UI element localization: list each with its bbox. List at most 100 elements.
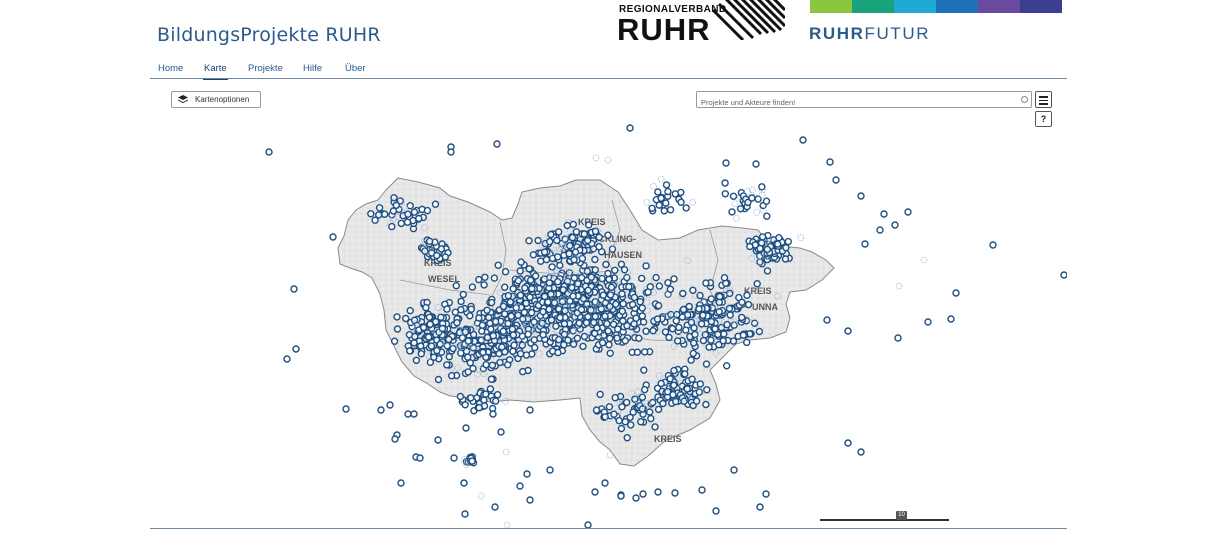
- project-marker[interactable]: [682, 204, 690, 212]
- project-marker[interactable]: [720, 330, 728, 338]
- project-marker[interactable]: [610, 410, 618, 418]
- project-marker[interactable]: [522, 351, 531, 359]
- project-marker[interactable]: [501, 267, 510, 276]
- project-marker[interactable]: [636, 297, 644, 306]
- project-marker[interactable]: [591, 329, 599, 338]
- project-marker[interactable]: [604, 231, 612, 239]
- project-marker[interactable]: [695, 305, 703, 313]
- project-marker[interactable]: [726, 311, 734, 319]
- project-marker[interactable]: [655, 282, 664, 290]
- project-marker[interactable]: [748, 254, 756, 262]
- project-marker[interactable]: [430, 353, 438, 361]
- project-marker[interactable]: [691, 330, 699, 339]
- project-marker[interactable]: [649, 326, 657, 335]
- project-marker[interactable]: [609, 320, 618, 329]
- project-marker[interactable]: [738, 313, 746, 322]
- project-marker[interactable]: [666, 375, 674, 383]
- project-marker[interactable]: [702, 360, 711, 368]
- project-marker[interactable]: [425, 333, 433, 341]
- project-marker[interactable]: [569, 292, 577, 300]
- project-marker[interactable]: [553, 236, 561, 245]
- project-marker[interactable]: [637, 418, 645, 426]
- project-marker[interactable]: [419, 323, 428, 332]
- project-marker[interactable]: [587, 273, 596, 281]
- project-marker[interactable]: [480, 370, 488, 378]
- project-marker[interactable]: [620, 266, 629, 274]
- project-marker[interactable]: [723, 362, 731, 370]
- project-marker[interactable]: [487, 325, 495, 333]
- project-marker[interactable]: [680, 394, 687, 402]
- project-marker[interactable]: [561, 268, 569, 276]
- nav-hilfe[interactable]: Hilfe: [303, 63, 322, 74]
- project-marker[interactable]: [523, 470, 531, 478]
- project-marker[interactable]: [492, 397, 500, 405]
- project-marker[interactable]: [470, 342, 478, 350]
- project-marker[interactable]: [904, 208, 912, 216]
- project-marker[interactable]: [454, 364, 462, 372]
- project-marker[interactable]: [556, 313, 564, 322]
- project-marker[interactable]: [514, 276, 523, 285]
- project-marker[interactable]: [632, 494, 640, 502]
- project-marker[interactable]: [482, 361, 490, 369]
- project-marker[interactable]: [555, 305, 563, 313]
- project-marker[interactable]: [695, 388, 703, 396]
- project-marker[interactable]: [509, 285, 517, 293]
- project-marker[interactable]: [434, 304, 442, 311]
- project-marker[interactable]: [491, 503, 499, 511]
- project-marker[interactable]: [426, 320, 434, 329]
- project-marker[interactable]: [422, 303, 430, 312]
- nav-ueber[interactable]: Über: [345, 63, 366, 74]
- project-marker[interactable]: [466, 312, 474, 320]
- project-marker[interactable]: [687, 356, 695, 364]
- project-marker[interactable]: [712, 507, 720, 515]
- project-marker[interactable]: [617, 424, 626, 433]
- project-marker[interactable]: [410, 208, 419, 216]
- project-marker[interactable]: [621, 337, 629, 345]
- project-marker[interactable]: [571, 248, 580, 256]
- project-marker[interactable]: [920, 256, 928, 264]
- project-marker[interactable]: [560, 320, 569, 328]
- project-marker[interactable]: [573, 334, 582, 342]
- project-marker[interactable]: [526, 406, 534, 414]
- project-marker[interactable]: [657, 175, 665, 183]
- project-marker[interactable]: [606, 349, 614, 357]
- project-marker[interactable]: [584, 313, 592, 321]
- project-marker[interactable]: [763, 245, 771, 254]
- project-marker[interactable]: [459, 327, 467, 335]
- project-marker[interactable]: [633, 348, 642, 356]
- project-marker[interactable]: [561, 234, 568, 242]
- project-marker[interactable]: [584, 286, 592, 295]
- project-marker[interactable]: [648, 204, 656, 213]
- project-marker[interactable]: [450, 454, 458, 462]
- project-marker[interactable]: [570, 274, 578, 282]
- project-marker[interactable]: [451, 308, 460, 316]
- project-marker[interactable]: [712, 349, 720, 357]
- project-marker[interactable]: [661, 328, 670, 336]
- project-marker[interactable]: [559, 286, 567, 294]
- project-marker[interactable]: [550, 299, 559, 307]
- project-marker[interactable]: [715, 298, 723, 307]
- project-marker[interactable]: [756, 244, 764, 253]
- project-marker[interactable]: [952, 289, 960, 297]
- project-marker[interactable]: [481, 273, 489, 282]
- project-marker[interactable]: [445, 353, 453, 361]
- project-marker[interactable]: [483, 333, 492, 342]
- project-marker[interactable]: [651, 423, 659, 431]
- project-marker[interactable]: [617, 492, 625, 500]
- project-marker[interactable]: [687, 318, 696, 327]
- project-marker[interactable]: [391, 435, 399, 443]
- project-marker[interactable]: [628, 300, 637, 309]
- project-marker[interactable]: [433, 251, 441, 260]
- project-marker[interactable]: [619, 317, 627, 325]
- project-marker[interactable]: [753, 279, 761, 288]
- help-button[interactable]: ?: [1035, 111, 1052, 127]
- project-marker[interactable]: [664, 388, 672, 396]
- project-marker[interactable]: [569, 340, 578, 348]
- project-marker[interactable]: [401, 203, 409, 211]
- project-marker[interactable]: [486, 319, 494, 328]
- project-marker[interactable]: [607, 283, 616, 292]
- project-marker[interactable]: [411, 332, 419, 341]
- project-marker[interactable]: [696, 380, 704, 388]
- project-marker[interactable]: [639, 490, 647, 498]
- project-marker[interactable]: [754, 195, 762, 203]
